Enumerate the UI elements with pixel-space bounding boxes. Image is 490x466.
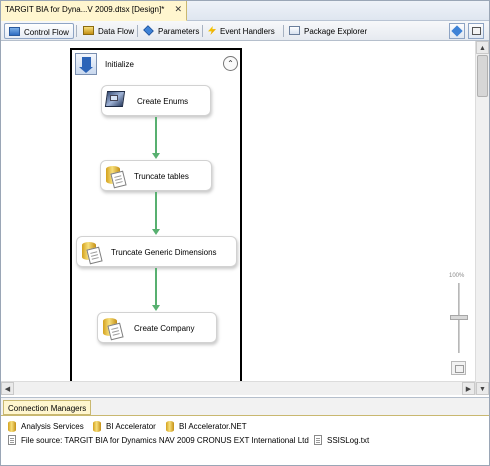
container-header: Initialize ⌃ (72, 50, 240, 78)
vertical-scroll-thumb[interactable] (477, 55, 488, 97)
sql-task-icon (104, 164, 127, 189)
document-tab[interactable]: TARGIT BIA for Dyna...V 2009.dtsx [Desig… (1, 1, 187, 21)
task-label: Truncate tables (134, 172, 189, 181)
tab-package-explorer-label: Package Explorer (304, 27, 368, 36)
scroll-left-icon[interactable]: ◀ (1, 382, 14, 395)
horizontal-scrollbar[interactable]: ◀ ▶ (1, 381, 475, 395)
variables-button[interactable] (468, 23, 484, 39)
connection-managers-tab-bar: Connection Managers (1, 397, 489, 415)
event-handlers-icon (208, 26, 216, 35)
tab-event-handlers[interactable]: Event Handlers (204, 23, 279, 39)
sql-task-icon (101, 316, 124, 341)
tab-connection-managers-label: Connection Managers (8, 404, 87, 413)
zoom-control: 100% (447, 273, 471, 379)
variables-icon (472, 27, 481, 35)
connection-label: BI Accelerator (106, 422, 156, 431)
document-tab-title: TARGIT BIA for Dyna...V 2009.dtsx [Desig… (5, 5, 165, 14)
scroll-right-icon[interactable]: ▶ (462, 382, 475, 395)
zoom-to-fit-button[interactable] (451, 361, 466, 375)
vertical-scrollbar[interactable]: ▲ ▼ (475, 41, 489, 395)
tab-data-flow[interactable]: Data Flow (79, 23, 138, 39)
chevron-up-icon: ⌃ (227, 59, 234, 68)
collapse-button[interactable]: ⌃ (223, 56, 238, 71)
toolbox-toggle-button[interactable] (449, 23, 465, 39)
designer-tab-bar: Control Flow Data Flow Parameters Event … (1, 21, 489, 41)
database-icon (6, 420, 18, 432)
sql-task-icon (80, 240, 103, 265)
tab-control-flow-label: Control Flow (24, 28, 69, 37)
tab-connection-managers[interactable]: Connection Managers (3, 400, 91, 415)
tab-divider (137, 25, 138, 37)
container-title: Initialize (105, 60, 134, 69)
tab-control-flow[interactable]: Control Flow (4, 23, 74, 39)
file-icon (312, 434, 324, 446)
tab-divider (202, 25, 203, 37)
tab-package-explorer[interactable]: Package Explorer (285, 23, 371, 39)
script-task-icon (104, 89, 127, 113)
package-explorer-icon (289, 26, 300, 35)
precedence-connector[interactable] (155, 192, 157, 229)
tab-data-flow-label: Data Flow (98, 27, 135, 36)
file-icon (6, 434, 18, 446)
arrow-down-icon (152, 305, 160, 311)
diamond-icon (451, 25, 463, 37)
tab-parameters-label: Parameters (158, 27, 200, 36)
connection-label: BI Accelerator.NET (179, 422, 247, 431)
task-label: Truncate Generic Dimensions (111, 248, 217, 257)
task-create-enums[interactable]: Create Enums (101, 85, 211, 116)
connection-label: File source: TARGIT BIA for Dynamics NAV… (21, 436, 309, 445)
task-label: Create Company (134, 324, 195, 333)
sequence-container-icon (75, 53, 97, 75)
control-flow-icon (9, 27, 20, 36)
tab-event-handlers-label: Event Handlers (220, 27, 275, 36)
connection-label: Analysis Services (21, 422, 84, 431)
connection-managers-panel[interactable]: Analysis Services BI Accelerator BI Acce… (1, 415, 489, 465)
close-icon[interactable]: ✕ (174, 4, 182, 15)
document-tab-strip: TARGIT BIA for Dyna...V 2009.dtsx [Desig… (1, 1, 489, 21)
zoom-level-label: 100% (449, 273, 465, 279)
tab-divider (76, 25, 77, 37)
connection-label: SSISLog.txt (327, 436, 370, 445)
arrow-down-icon (152, 153, 160, 159)
arrow-down-icon (152, 229, 160, 235)
task-label: Create Enums (137, 97, 189, 106)
tab-parameters[interactable]: Parameters (139, 23, 203, 39)
database-icon (164, 420, 176, 432)
precedence-connector[interactable] (155, 117, 157, 153)
task-truncate-generic-dimensions[interactable]: Truncate Generic Dimensions (76, 236, 237, 267)
zoom-slider-thumb[interactable] (450, 315, 468, 320)
scroll-down-icon[interactable]: ▼ (476, 382, 489, 395)
data-flow-icon (83, 26, 94, 35)
tab-divider (283, 25, 284, 37)
parameters-icon (143, 25, 154, 36)
task-truncate-tables[interactable]: Truncate tables (100, 160, 212, 191)
precedence-connector[interactable] (155, 268, 157, 305)
task-create-company[interactable]: Create Company (97, 312, 217, 343)
scroll-up-icon[interactable]: ▲ (476, 41, 489, 54)
ssis-designer-window: TARGIT BIA for Dyna...V 2009.dtsx [Desig… (0, 0, 490, 466)
database-icon (91, 420, 103, 432)
